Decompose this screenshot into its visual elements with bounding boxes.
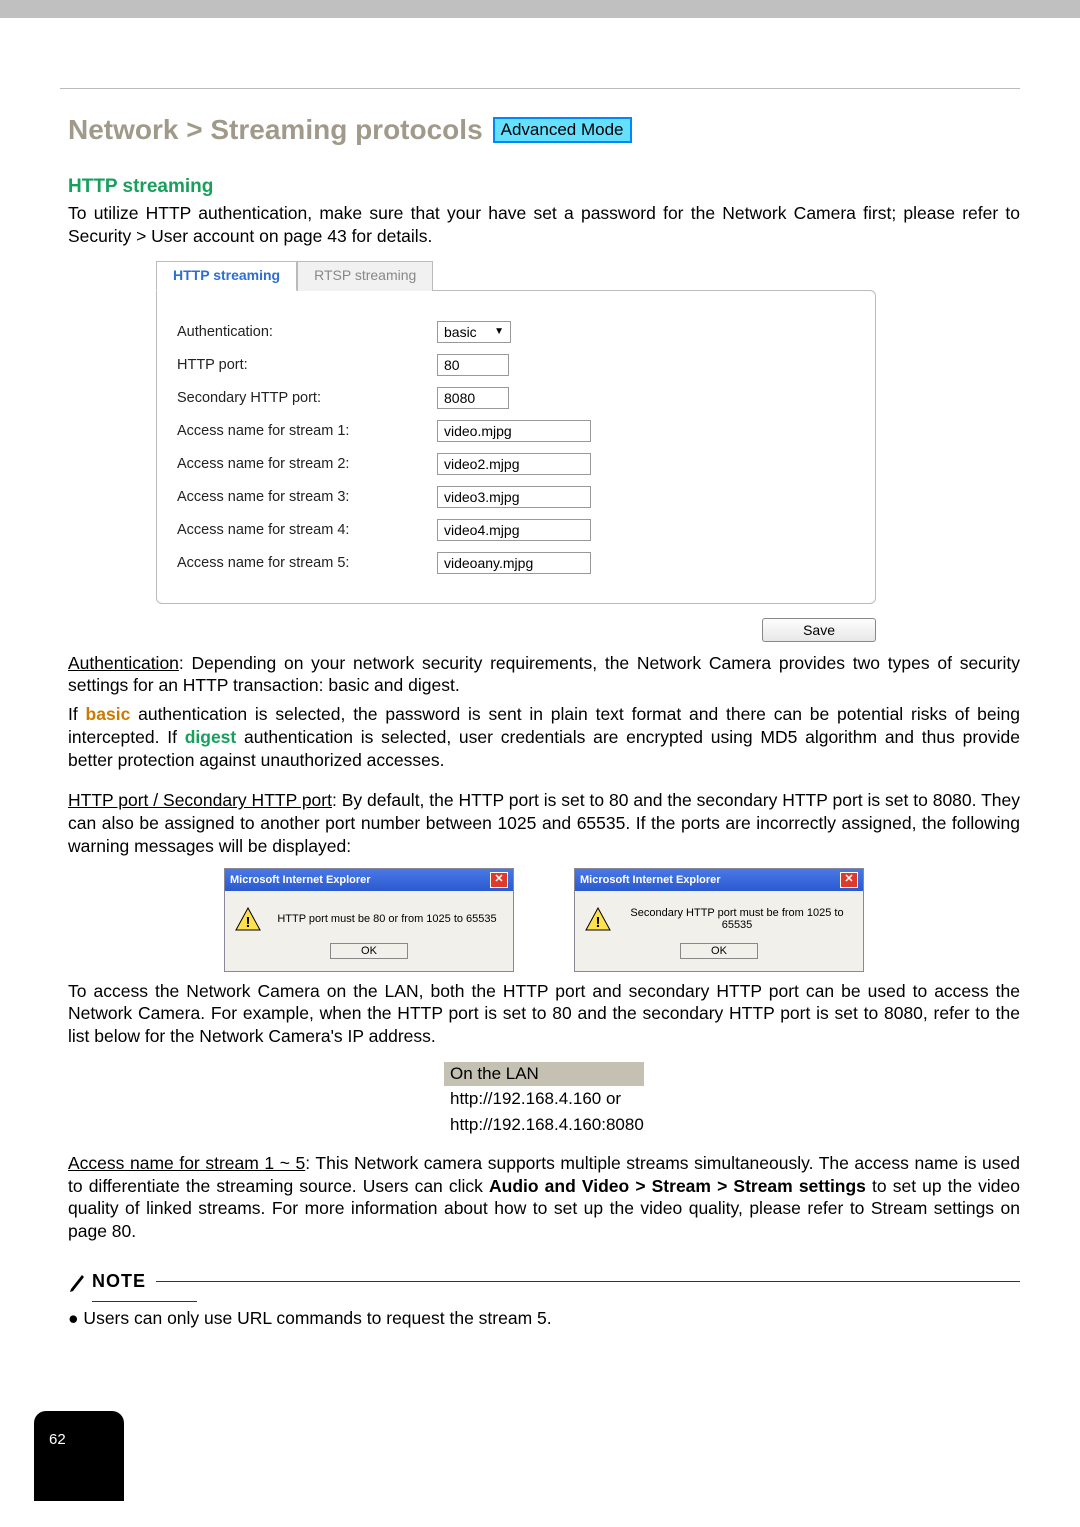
streaming-panel: HTTP streaming RTSP streaming Authentica… — [156, 260, 876, 642]
lan-header: On the LAN — [444, 1062, 644, 1086]
basic-highlight: basic — [86, 704, 131, 724]
stream2-label: Access name for stream 2: — [177, 456, 437, 472]
auth-lead: Authentication — [68, 653, 179, 673]
ie-msg-2: Secondary HTTP port must be from 1025 to… — [621, 907, 853, 931]
digest-highlight: digest — [185, 727, 237, 747]
ok-button-2[interactable]: OK — [680, 943, 758, 959]
header-divider — [60, 88, 1020, 89]
note-bar: NOTE — [68, 1271, 1020, 1293]
port-lead: HTTP port / Secondary HTTP port — [68, 790, 332, 810]
note-underline — [92, 1301, 197, 1302]
page-title-text: Network > Streaming protocols — [68, 114, 483, 146]
save-button[interactable]: Save — [762, 618, 876, 642]
port-paragraph: HTTP port / Secondary HTTP port: By defa… — [68, 789, 1020, 857]
note-line — [156, 1281, 1020, 1282]
access-name-paragraph: Access name for stream 1 ~ 5: This Netwo… — [68, 1152, 1020, 1243]
note-bullet: ● Users can only use URL commands to req… — [68, 1308, 1020, 1329]
ie-titlebar-2: Microsoft Internet Explorer ✕ — [575, 869, 863, 891]
stream4-label: Access name for stream 4: — [177, 522, 437, 538]
auth-label: Authentication: — [177, 324, 437, 340]
secondary-port-label: Secondary HTTP port: — [177, 390, 437, 406]
secondary-port-input[interactable]: 8080 — [437, 387, 509, 409]
stream4-input[interactable]: video4.mjpg — [437, 519, 591, 541]
lan-line2: http://192.168.4.160:8080 — [444, 1112, 644, 1138]
tab-rtsp-streaming[interactable]: RTSP streaming — [297, 261, 433, 291]
http-port-label: HTTP port: — [177, 357, 437, 373]
stream2-input[interactable]: video2.mjpg — [437, 453, 591, 475]
authentication-paragraph: Authentication: Depending on your networ… — [68, 652, 1020, 698]
page-number: 62 — [49, 1431, 66, 1448]
svg-text:!: ! — [246, 914, 251, 931]
stream5-input[interactable]: videoany.mjpg — [437, 552, 591, 574]
warning-icon: ! — [585, 907, 611, 931]
auth-select[interactable]: basic ▼ — [437, 321, 511, 343]
http-port-input[interactable]: 80 — [437, 354, 509, 376]
auth-value: basic — [444, 324, 477, 340]
tab-http-streaming[interactable]: HTTP streaming — [156, 261, 297, 291]
ie-msg-1: HTTP port must be 80 or from 1025 to 655… — [271, 913, 503, 925]
intro-paragraph: To utilize HTTP authentication, make sur… — [68, 202, 1020, 248]
ie-dialog-2: Microsoft Internet Explorer ✕ ! Secondar… — [574, 868, 864, 972]
ie-titlebar-1: Microsoft Internet Explorer ✕ — [225, 869, 513, 891]
pencil-icon — [68, 1271, 86, 1293]
warning-icon: ! — [235, 907, 261, 931]
chevron-down-icon: ▼ — [494, 326, 504, 337]
stream3-input[interactable]: video3.mjpg — [437, 486, 591, 508]
lan-line1: http://192.168.4.160 or — [444, 1086, 644, 1112]
svg-text:!: ! — [596, 914, 601, 931]
close-icon[interactable]: ✕ — [490, 872, 508, 888]
top-gray-bar — [0, 0, 1080, 18]
ie-dialog-1: Microsoft Internet Explorer ✕ ! HTTP por… — [224, 868, 514, 972]
stream5-label: Access name for stream 5: — [177, 555, 437, 571]
tabs: HTTP streaming RTSP streaming — [156, 260, 876, 290]
access-bold: Audio and Video > Stream > Stream settin… — [489, 1176, 866, 1196]
close-icon[interactable]: ✕ — [840, 872, 858, 888]
page-title: Network > Streaming protocols Advanced M… — [68, 114, 1020, 146]
authentication-paragraph-2: If basic authentication is selected, the… — [68, 703, 1020, 771]
ie-title-1: Microsoft Internet Explorer — [230, 874, 371, 886]
panel-body: Authentication: basic ▼ HTTP port: 80 Se… — [156, 290, 876, 604]
stream3-label: Access name for stream 3: — [177, 489, 437, 505]
note-label: NOTE — [92, 1271, 146, 1292]
lan-paragraph: To access the Network Camera on the LAN,… — [68, 980, 1020, 1048]
ok-button-1[interactable]: OK — [330, 943, 408, 959]
http-streaming-heading: HTTP streaming — [68, 176, 1020, 198]
stream1-label: Access name for stream 1: — [177, 423, 437, 439]
access-lead: Access name for stream 1 ~ 5 — [68, 1153, 305, 1173]
stream1-input[interactable]: video.mjpg — [437, 420, 591, 442]
dialog-row: Microsoft Internet Explorer ✕ ! HTTP por… — [68, 868, 1020, 972]
lan-table: On the LAN http://192.168.4.160 or http:… — [444, 1062, 644, 1138]
ie-title-2: Microsoft Internet Explorer — [580, 874, 721, 886]
page-number-tab: 62 — [34, 1411, 124, 1501]
advanced-mode-badge: Advanced Mode — [493, 117, 632, 143]
